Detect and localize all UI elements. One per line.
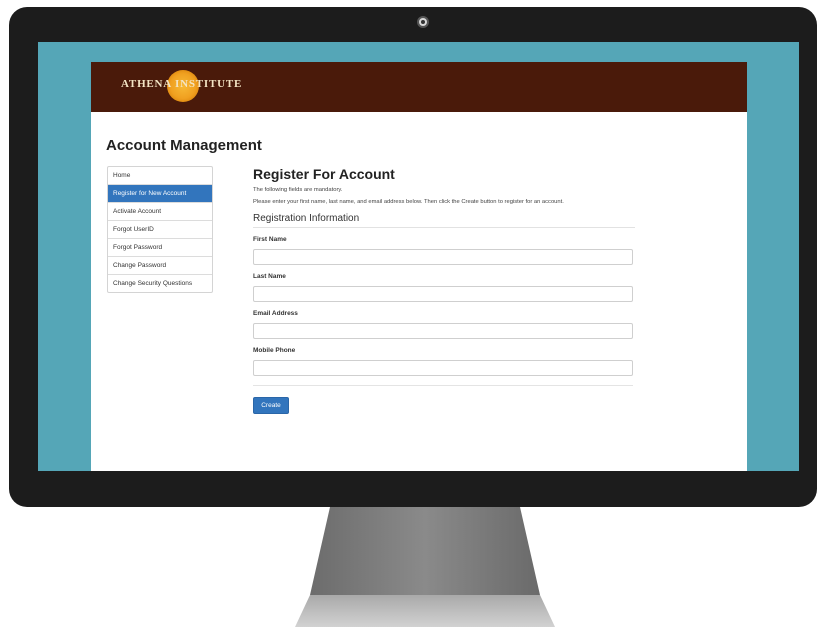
logo-text-institute: INSTITUTE (175, 78, 243, 90)
form-title: Register For Account (253, 166, 395, 182)
sidebar-item-change-security[interactable]: Change Security Questions (108, 275, 212, 292)
last-name-label: Last Name (253, 273, 286, 280)
webcam-icon (417, 16, 429, 28)
logo-text-athena: ATHENA (121, 78, 172, 90)
instructions-text: Please enter your first name, last name,… (253, 199, 564, 205)
mobile-phone-field[interactable] (253, 360, 633, 376)
monitor-screen: ATHENA INSTITUTE Account Management Home… (38, 42, 799, 471)
last-name-field[interactable] (253, 286, 633, 302)
main-content: Register For Account The following field… (253, 166, 635, 414)
sidebar-item-forgot-userid[interactable]: Forgot UserID (108, 221, 212, 239)
form-divider (253, 385, 633, 386)
email-label: Email Address (253, 310, 298, 317)
site-header: ATHENA INSTITUTE (91, 62, 747, 112)
sidebar-item-forgot-password[interactable]: Forgot Password (108, 239, 212, 257)
create-button[interactable]: Create (253, 397, 289, 414)
email-field[interactable] (253, 323, 633, 339)
first-name-field[interactable] (253, 249, 633, 265)
mobile-phone-label: Mobile Phone (253, 347, 296, 354)
page-title: Account Management (106, 137, 262, 154)
sidebar-item-home[interactable]: Home (108, 167, 212, 185)
sidebar-item-register[interactable]: Register for New Account (108, 185, 212, 203)
mandatory-note: The following fields are mandatory. (253, 187, 343, 193)
sidebar-nav: Home Register for New Account Activate A… (107, 166, 213, 293)
sidebar-item-change-password[interactable]: Change Password (108, 257, 212, 275)
site-logo[interactable]: ATHENA INSTITUTE (121, 78, 242, 90)
section-title: Registration Information (253, 213, 635, 228)
monitor-stand (295, 507, 555, 627)
sidebar-item-activate[interactable]: Activate Account (108, 203, 212, 221)
web-page: ATHENA INSTITUTE Account Management Home… (91, 62, 747, 471)
first-name-label: First Name (253, 236, 287, 243)
